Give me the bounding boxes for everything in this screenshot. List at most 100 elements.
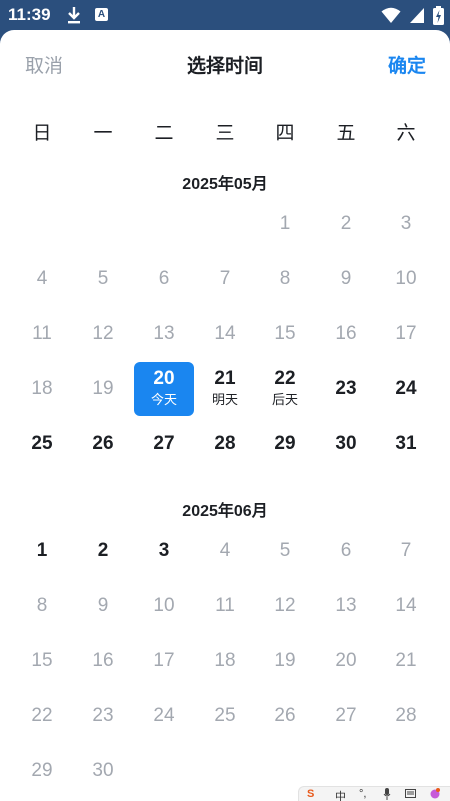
date-picker-sheet: 取消 选择时间 确定 日一二三四五六 2025年05月 1 2 3 4 5 6 7 8 9 10 11… — [0, 30, 450, 801]
day-cell: 8 — [255, 252, 315, 306]
day-cell[interactable]: 25 — [12, 417, 72, 471]
day-number: 7 — [219, 268, 231, 289]
day-cell[interactable]: 21 明天 — [195, 362, 255, 416]
day-number: 16 — [92, 650, 114, 671]
ime-language-toggle[interactable]: 中 — [335, 788, 346, 801]
weekday-label: 五 — [336, 123, 356, 144]
day-number: 27 — [153, 433, 175, 454]
day-cell: 4 — [195, 524, 255, 578]
day-number: 16 — [335, 323, 357, 344]
day-relative-label: 明天 — [211, 392, 238, 407]
day-number: 21 — [395, 650, 417, 671]
day-number: 24 — [395, 378, 417, 399]
day-cell: 11 — [12, 307, 72, 361]
day-number: 27 — [335, 705, 357, 726]
day-number: 17 — [395, 323, 417, 344]
day-cell[interactable]: 2 — [73, 524, 133, 578]
day-cell: 12 — [255, 579, 315, 633]
day-number: 6 — [340, 540, 352, 561]
day-cell: 10 — [134, 579, 194, 633]
day-cell: 29 — [12, 744, 72, 798]
day-number: 8 — [36, 595, 48, 616]
day-cell[interactable]: 29 — [255, 417, 315, 471]
keyboard-icon[interactable] — [405, 788, 416, 799]
day-cell: 1 — [255, 197, 315, 251]
day-cell[interactable]: 26 — [73, 417, 133, 471]
weekday-label: 三 — [215, 123, 235, 144]
day-number: 1 — [36, 540, 48, 561]
day-relative-label: 今天 — [150, 392, 177, 407]
day-cell[interactable]: 1 — [12, 524, 72, 578]
day-cell: 14 — [195, 307, 255, 361]
day-number: 10 — [153, 595, 175, 616]
day-number: 14 — [214, 323, 236, 344]
day-number: 20 — [153, 368, 175, 389]
day-number: 14 — [395, 595, 417, 616]
day-number: 13 — [335, 595, 357, 616]
day-number: 22 — [31, 705, 53, 726]
day-number: 28 — [395, 705, 417, 726]
keyboard-notification-icon: A — [95, 8, 108, 21]
day-number: 24 — [153, 705, 175, 726]
day-number: 9 — [340, 268, 352, 289]
day-cell: 7 — [376, 524, 436, 578]
day-relative-label: 后天 — [271, 392, 298, 407]
day-cell: 23 — [73, 689, 133, 743]
day-number: 6 — [158, 268, 170, 289]
day-number: 31 — [395, 433, 417, 454]
day-cell: 13 — [316, 579, 376, 633]
day-number: 10 — [395, 268, 417, 289]
ime-punct-toggle[interactable]: °, — [359, 788, 366, 800]
day-cell[interactable]: 27 — [134, 417, 194, 471]
day-number: 25 — [214, 705, 236, 726]
day-cell: 19 — [255, 634, 315, 688]
status-right — [381, 5, 444, 25]
day-cell: 24 — [134, 689, 194, 743]
day-number: 18 — [214, 650, 236, 671]
day-cell: 15 — [12, 634, 72, 688]
day-cell[interactable]: 23 — [316, 362, 376, 416]
weekday-label: 一 — [93, 123, 113, 144]
weekday-label: 六 — [396, 123, 416, 144]
day-number: 3 — [400, 213, 412, 234]
day-number: 26 — [92, 433, 114, 454]
sogou-logo-icon[interactable]: S — [307, 788, 314, 800]
month-title: 2025年06月 — [182, 503, 268, 520]
day-number: 19 — [274, 650, 296, 671]
day-number: 5 — [97, 268, 109, 289]
microphone-icon[interactable] — [383, 788, 391, 800]
day-cell[interactable]: 28 — [195, 417, 255, 471]
confirm-button[interactable]: 确定 — [388, 51, 426, 78]
day-number: 5 — [279, 540, 291, 561]
day-number: 11 — [215, 595, 235, 616]
day-cell[interactable]: 24 — [376, 362, 436, 416]
day-cell: 17 — [376, 307, 436, 361]
day-number: 17 — [153, 650, 175, 671]
status-time: 11:39 — [8, 5, 51, 24]
weekday-label: 二 — [154, 123, 174, 144]
day-number: 12 — [92, 323, 114, 344]
skin-icon[interactable] — [429, 788, 441, 799]
day-cell: 3 — [376, 197, 436, 251]
day-cell[interactable]: 3 — [134, 524, 194, 578]
day-cell: 6 — [134, 252, 194, 306]
picker-header: 取消 选择时间 确定 — [0, 30, 450, 96]
day-cell[interactable]: 30 — [316, 417, 376, 471]
day-cell: 13 — [134, 307, 194, 361]
day-cell: 7 — [195, 252, 255, 306]
day-cell[interactable]: 31 — [376, 417, 436, 471]
day-cell: 9 — [316, 252, 376, 306]
day-cell: 16 — [73, 634, 133, 688]
page-title: 选择时间 — [186, 56, 263, 77]
day-number: 1 — [279, 213, 291, 234]
day-cell: 21 — [376, 634, 436, 688]
day-cell-selected[interactable]: 20 今天 — [134, 362, 194, 416]
day-cell: 16 — [316, 307, 376, 361]
day-number: 2 — [340, 213, 352, 234]
day-cell: 27 — [316, 689, 376, 743]
day-cell: 18 — [195, 634, 255, 688]
day-cell: 11 — [195, 579, 255, 633]
day-cell[interactable]: 22 后天 — [255, 362, 315, 416]
day-number: 13 — [153, 323, 175, 344]
day-cell: 18 — [12, 362, 72, 416]
